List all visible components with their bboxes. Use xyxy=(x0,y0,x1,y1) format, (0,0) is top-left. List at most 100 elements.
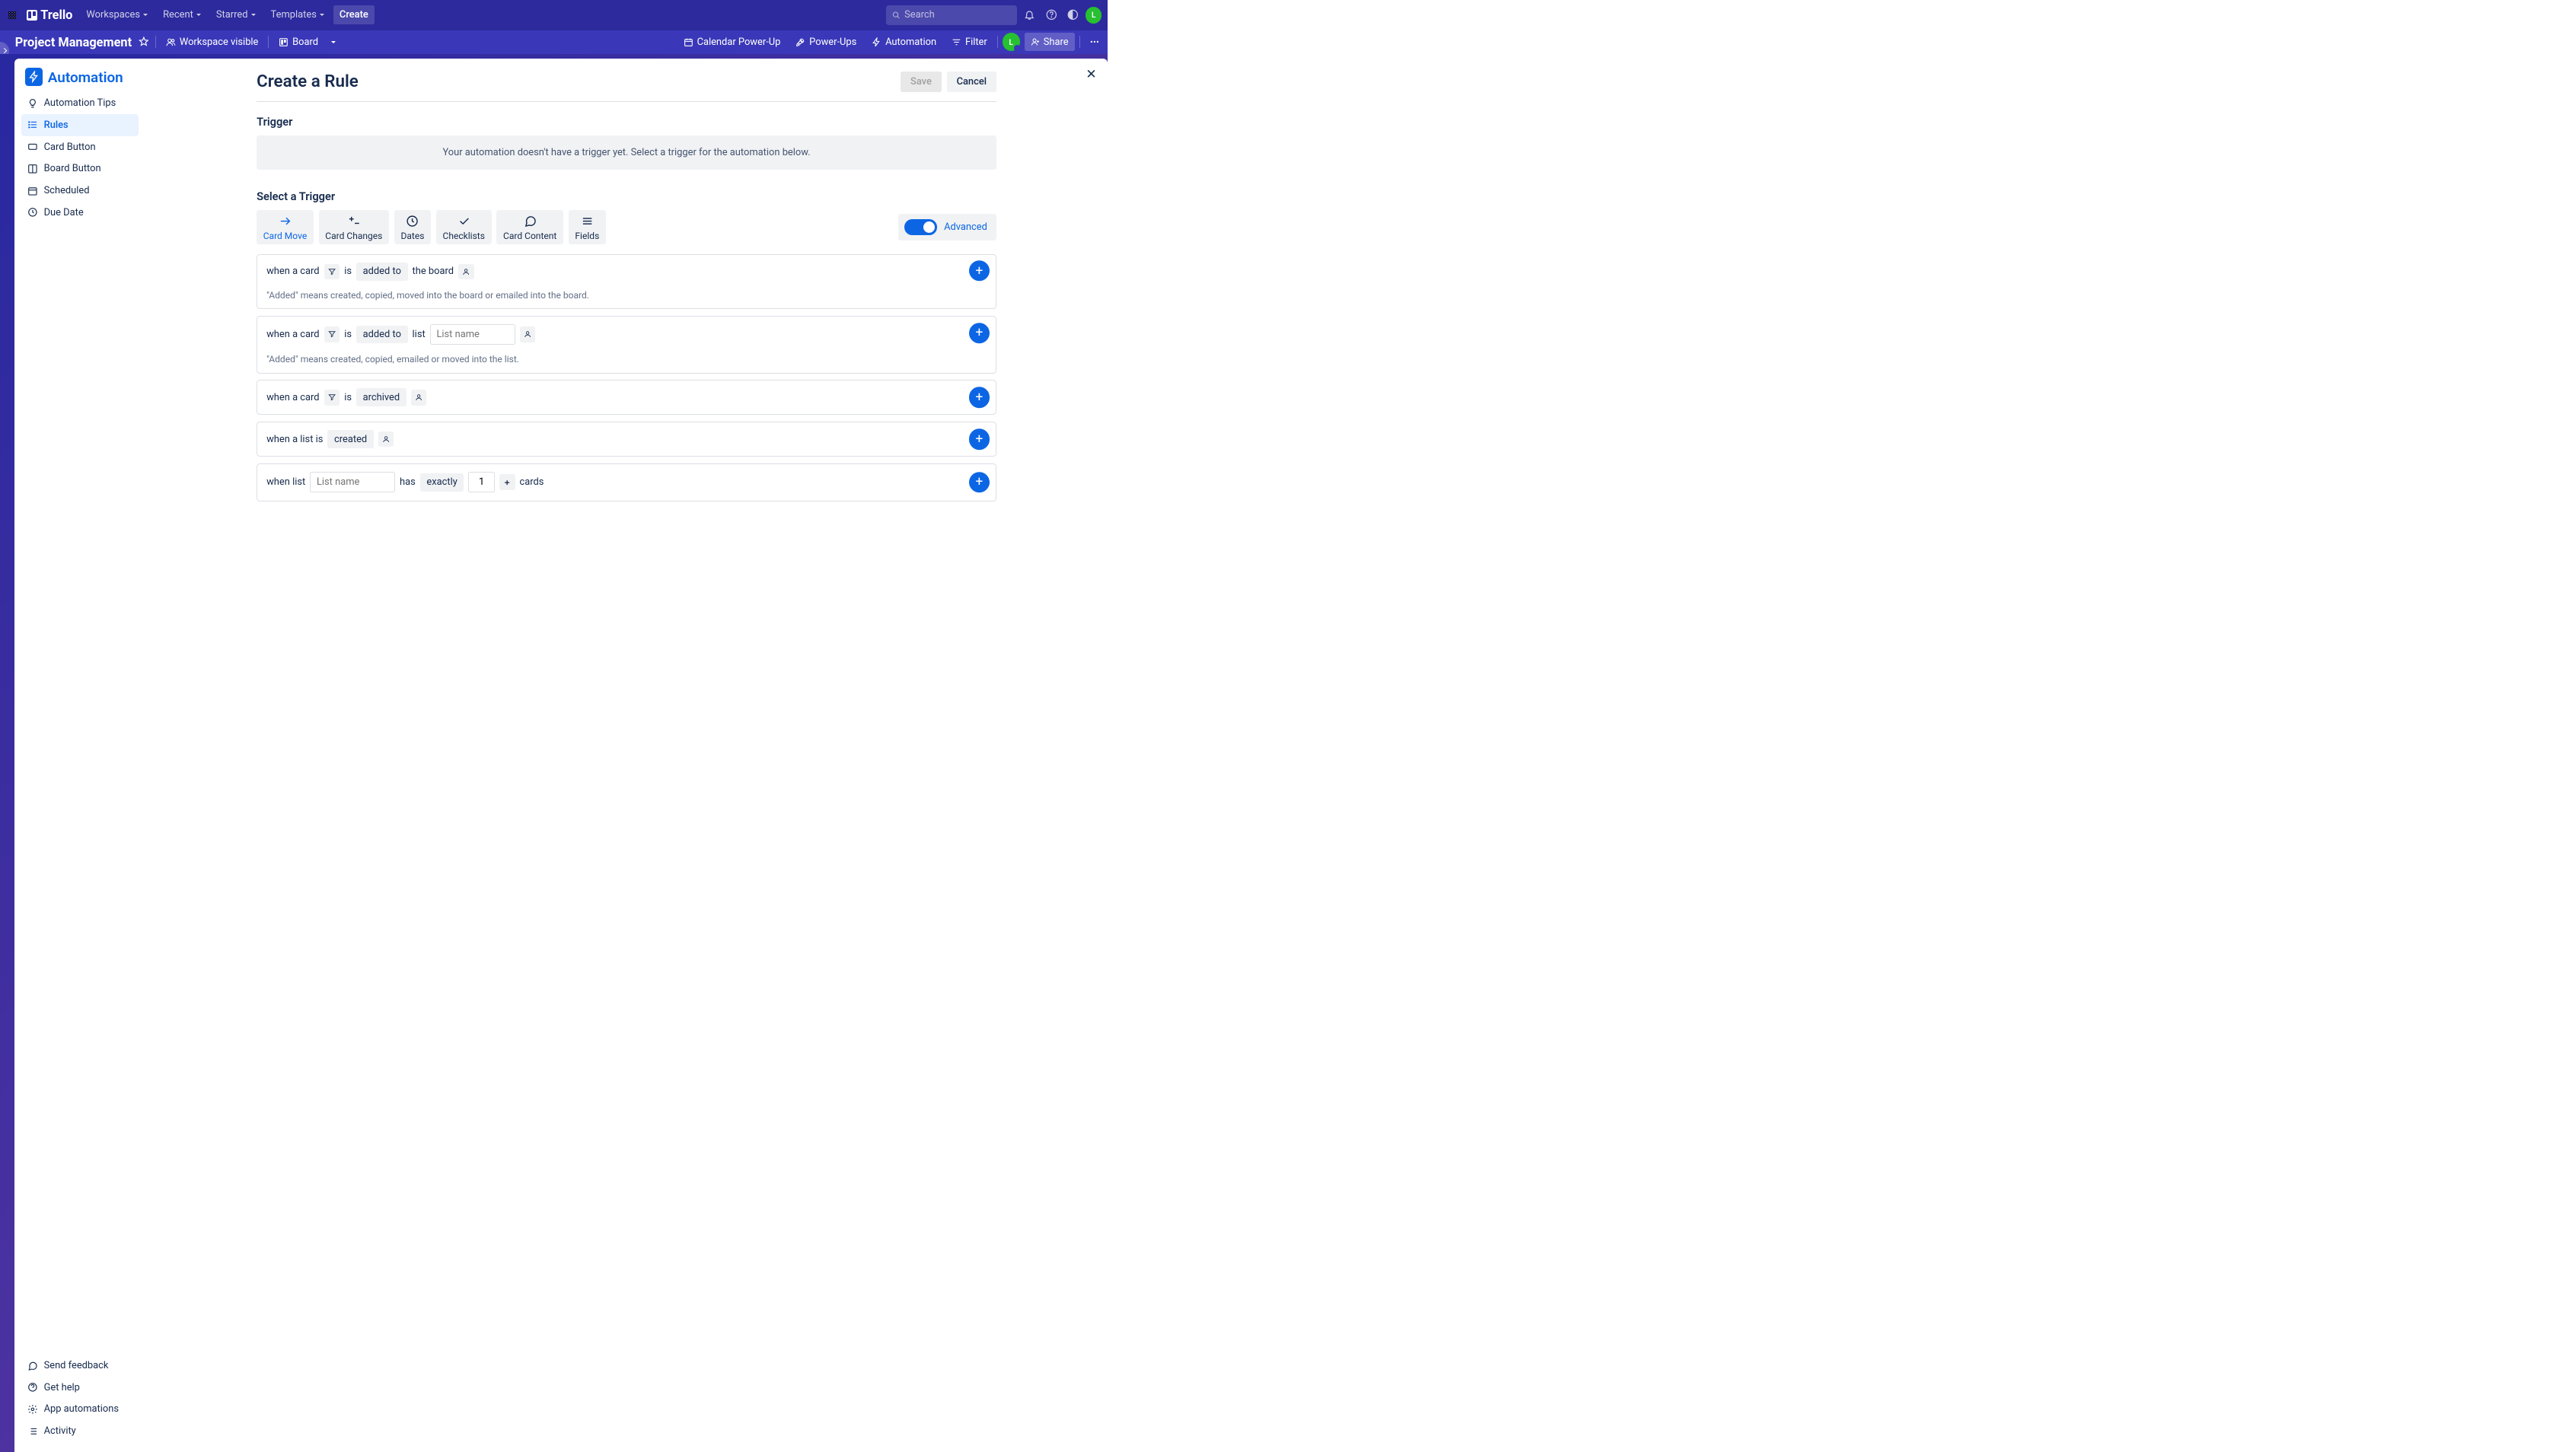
sidebar-item-card-button[interactable]: Card Button xyxy=(21,136,139,158)
theme-icon[interactable] xyxy=(1064,6,1082,24)
help-icon[interactable] xyxy=(1042,6,1060,24)
arrow-right-icon xyxy=(279,215,292,228)
page-title: Create a Rule xyxy=(257,72,359,91)
funnel-icon xyxy=(328,330,336,338)
board-view-button[interactable]: Board xyxy=(273,33,324,51)
trigger-text: when list xyxy=(266,476,305,488)
user-chip[interactable] xyxy=(458,264,474,280)
sidebar-item-board-button[interactable]: Board Button xyxy=(21,158,139,180)
trello-icon xyxy=(27,10,37,21)
notifications-icon[interactable] xyxy=(1021,6,1039,24)
archived-chip[interactable]: archived xyxy=(356,388,406,406)
sidebar-item-activity[interactable]: Activity xyxy=(21,1420,139,1442)
powerups-button[interactable]: Power-Ups xyxy=(790,33,862,51)
trigger-text: is xyxy=(344,329,352,340)
filter-chip[interactable] xyxy=(324,326,340,342)
user-chip[interactable] xyxy=(411,390,427,406)
tab-card-content[interactable]: Card Content xyxy=(496,210,563,244)
workspaces-dropdown[interactable]: Workspaces xyxy=(81,5,154,24)
trello-logo-text: Trello xyxy=(40,8,72,22)
share-button[interactable]: Share xyxy=(1025,33,1075,51)
starred-dropdown[interactable]: Starred xyxy=(210,5,261,24)
user-plus-icon xyxy=(1031,37,1040,46)
automation-sidebar: Automation Automation Tips Rules Card Bu… xyxy=(14,59,145,1452)
advanced-toggle[interactable] xyxy=(904,219,937,235)
member-avatar[interactable]: L xyxy=(1003,33,1020,50)
content-area: ✕ Create a Rule Save Cancel Trigger Your… xyxy=(145,59,1108,1452)
board-menu-button[interactable] xyxy=(1085,33,1105,50)
created-chip[interactable]: created xyxy=(327,430,373,448)
recent-dropdown[interactable]: Recent xyxy=(157,5,206,24)
trigger-text: when a card xyxy=(266,329,319,340)
list-name-input[interactable] xyxy=(430,324,515,345)
sidebar-item-scheduled[interactable]: Scheduled xyxy=(21,180,139,202)
add-trigger-button[interactable]: + xyxy=(969,428,990,450)
board-icon xyxy=(27,164,38,174)
workspace-visible-button[interactable]: Workspace visible xyxy=(161,33,263,51)
funnel-icon xyxy=(328,268,336,275)
tab-dates[interactable]: Dates xyxy=(394,210,431,244)
list-name-input[interactable] xyxy=(310,472,395,492)
save-button[interactable]: Save xyxy=(901,72,942,92)
trigger-text: list xyxy=(413,329,426,340)
main-area: Automation Automation Tips Rules Card Bu… xyxy=(0,54,1108,1452)
trigger-text: the board xyxy=(413,266,454,277)
plus-chip[interactable] xyxy=(499,474,515,490)
search-box[interactable] xyxy=(886,5,1017,25)
trigger-hint: "Added" means created, copied, moved int… xyxy=(266,290,987,301)
apps-menu-icon[interactable] xyxy=(6,8,19,21)
added-to-chip[interactable]: added to xyxy=(356,326,408,344)
add-trigger-button[interactable]: + xyxy=(969,472,990,493)
page-header: Create a Rule Save Cancel xyxy=(257,72,996,102)
sidebar-item-due-date[interactable]: Due Date xyxy=(21,202,139,224)
sidebar-item-app-automations[interactable]: App automations xyxy=(21,1399,139,1421)
user-icon xyxy=(462,268,470,275)
tab-fields[interactable]: Fields xyxy=(569,210,606,244)
create-button[interactable]: Create xyxy=(333,5,374,24)
board-title[interactable]: Project Management xyxy=(15,35,132,49)
automation-button[interactable]: Automation xyxy=(866,33,942,51)
trigger-empty-state: Your automation doesn't have a trigger y… xyxy=(257,135,996,170)
gear-icon xyxy=(27,1404,38,1415)
clock-icon xyxy=(406,215,419,228)
search-input[interactable] xyxy=(904,9,1012,21)
user-icon xyxy=(415,393,422,401)
filter-chip[interactable] xyxy=(324,264,340,280)
filter-button[interactable]: Filter xyxy=(946,33,993,51)
trigger-text: when a card xyxy=(266,266,319,277)
user-chip[interactable] xyxy=(378,431,394,447)
exactly-chip[interactable]: exactly xyxy=(420,473,464,492)
add-trigger-button[interactable]: + xyxy=(969,387,990,408)
added-to-chip[interactable]: added to xyxy=(356,263,408,281)
tab-checklists[interactable]: Checklists xyxy=(436,210,492,244)
star-button[interactable] xyxy=(136,35,151,49)
chevron-down-icon xyxy=(251,14,256,16)
trello-logo[interactable]: Trello xyxy=(22,8,77,22)
view-switcher-button[interactable] xyxy=(328,37,340,46)
list-icon xyxy=(27,119,38,130)
chevron-down-icon xyxy=(143,14,148,16)
trigger-hint: "Added" means created, copied, emailed o… xyxy=(266,354,987,365)
sidebar-item-rules[interactable]: Rules xyxy=(21,114,139,136)
help-icon xyxy=(27,1382,38,1393)
add-trigger-button[interactable]: + xyxy=(969,323,990,344)
add-trigger-button[interactable]: + xyxy=(969,260,990,282)
activity-icon xyxy=(27,1426,38,1437)
count-input[interactable] xyxy=(468,472,494,492)
tab-card-changes[interactable]: Card Changes xyxy=(319,210,389,244)
templates-dropdown[interactable]: Templates xyxy=(265,5,330,24)
user-icon xyxy=(382,435,390,443)
sidebar-item-feedback[interactable]: Send feedback xyxy=(21,1355,139,1377)
close-button[interactable]: ✕ xyxy=(1084,68,1098,82)
sidebar-item-tips[interactable]: Automation Tips xyxy=(21,92,139,114)
filter-icon xyxy=(952,37,961,47)
calendar-icon xyxy=(27,186,38,196)
search-icon xyxy=(892,11,901,20)
cancel-button[interactable]: Cancel xyxy=(947,72,996,92)
user-avatar[interactable]: L xyxy=(1086,7,1102,24)
calendar-powerup-button[interactable]: Calendar Power-Up xyxy=(678,33,786,51)
sidebar-item-help[interactable]: Get help xyxy=(21,1377,139,1399)
tab-card-move[interactable]: Card Move xyxy=(257,210,314,244)
user-chip[interactable] xyxy=(520,326,536,342)
filter-chip[interactable] xyxy=(324,390,340,406)
